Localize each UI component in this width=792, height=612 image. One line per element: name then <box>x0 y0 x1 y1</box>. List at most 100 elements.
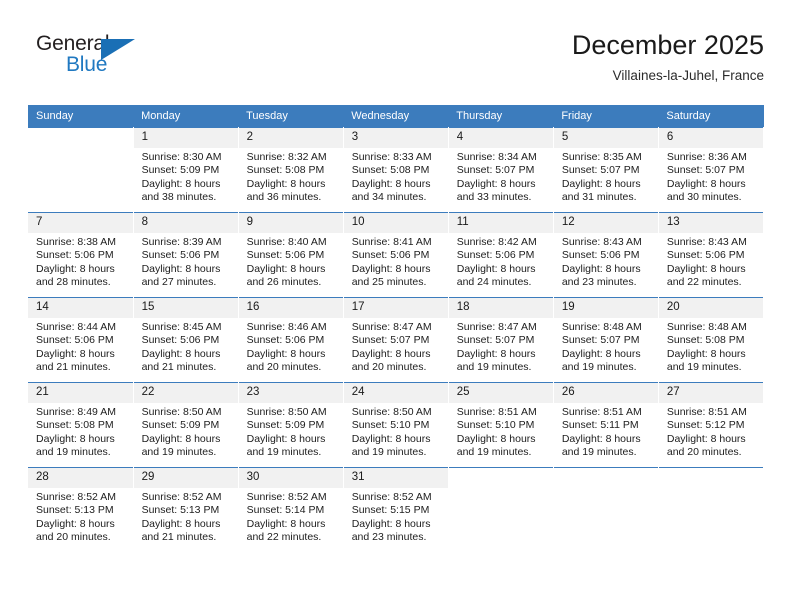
sunset-text: Sunset: 5:13 PM <box>141 504 220 517</box>
day-number: 2 <box>238 128 343 148</box>
sunset-text: Sunset: 5:07 PM <box>456 164 535 177</box>
calendar-day-cell[interactable]: 2 Sunrise: 8:32 AM Sunset: 5:08 PM Daylight… <box>238 127 344 213</box>
daylight-text-line1: Daylight: 8 hours <box>246 177 326 190</box>
sunrise-text: Sunrise: 8:34 AM <box>456 151 537 163</box>
day-details: Sunrise: 8:50 AM Sunset: 5:10 PM Daylight:… <box>344 403 448 460</box>
sunset-text: Sunset: 5:08 PM <box>351 164 430 177</box>
sunset-text: Sunset: 5:07 PM <box>666 164 745 177</box>
calendar-day-cell[interactable]: 9 Sunrise: 8:40 AM Sunset: 5:06 PM Daylight… <box>238 212 344 298</box>
sunrise-text: Sunrise: 8:42 AM <box>456 236 537 248</box>
daylight-text-line1: Daylight: 8 hours <box>36 262 115 275</box>
calendar-day-cell[interactable]: 11 Sunrise: 8:42 AM Sunset: 5:06 PM Dayligh… <box>448 212 554 298</box>
day-number: 17 <box>343 298 448 318</box>
daylight-text-line2: and 30 minutes. <box>666 191 742 204</box>
daylight-text-line2: and 24 minutes. <box>456 276 532 289</box>
calendar-day-cell[interactable]: 18 Sunrise: 8:47 AM Sunset: 5:07 PM Dayligh… <box>448 297 554 383</box>
daylight-text-line2: and 19 minutes. <box>246 446 322 459</box>
daylight-text-line2: and 19 minutes. <box>561 446 637 459</box>
calendar-day-cell-empty <box>553 467 659 552</box>
calendar-day-cell[interactable]: 15 Sunrise: 8:45 AM Sunset: 5:06 PM Dayligh… <box>133 297 239 383</box>
calendar-day-cell[interactable]: 13 Sunrise: 8:43 AM Sunset: 5:06 PM Dayligh… <box>658 212 765 298</box>
daylight-text-line2: and 22 minutes. <box>666 276 742 289</box>
sunset-text: Sunset: 5:08 PM <box>246 164 325 177</box>
calendar-day-cell[interactable]: 17 Sunrise: 8:47 AM Sunset: 5:07 PM Dayligh… <box>343 297 449 383</box>
sunset-text: Sunset: 5:08 PM <box>666 334 745 347</box>
daylight-text-line2: and 25 minutes. <box>351 276 427 289</box>
day-details: Sunrise: 8:47 AM Sunset: 5:07 PM Daylight:… <box>344 318 448 375</box>
calendar-day-cell[interactable]: 24 Sunrise: 8:50 AM Sunset: 5:10 PM Dayligh… <box>343 382 449 468</box>
calendar-day-cell[interactable]: 1 Sunrise: 8:30 AM Sunset: 5:09 PM Daylight… <box>133 127 239 213</box>
day-details: Sunrise: 8:52 AM Sunset: 5:14 PM Daylight:… <box>239 488 343 545</box>
sunrise-text: Sunrise: 8:41 AM <box>351 236 432 248</box>
calendar-day-cell[interactable]: 27 Sunrise: 8:51 AM Sunset: 5:12 PM Dayligh… <box>658 382 765 468</box>
calendar-day-cell[interactable]: 21 Sunrise: 8:49 AM Sunset: 5:08 PM Dayligh… <box>28 382 134 468</box>
sunset-text: Sunset: 5:13 PM <box>36 504 114 517</box>
day-details: Sunrise: 8:41 AM Sunset: 5:06 PM Daylight:… <box>344 233 448 290</box>
day-number: 11 <box>448 213 553 233</box>
calendar-day-cell[interactable]: 25 Sunrise: 8:51 AM Sunset: 5:10 PM Dayligh… <box>448 382 554 468</box>
calendar-day-cell[interactable]: 8 Sunrise: 8:39 AM Sunset: 5:06 PM Daylight… <box>133 212 239 298</box>
calendar-day-cell[interactable]: 16 Sunrise: 8:46 AM Sunset: 5:06 PM Dayligh… <box>238 297 344 383</box>
day-number: 14 <box>28 298 133 318</box>
calendar-day-cell[interactable]: 31 Sunrise: 8:52 AM Sunset: 5:15 PM Dayligh… <box>343 467 449 552</box>
daylight-text-line1: Daylight: 8 hours <box>351 517 431 530</box>
calendar-day-cell[interactable]: 6 Sunrise: 8:36 AM Sunset: 5:07 PM Daylight… <box>658 127 765 213</box>
day-number: 22 <box>133 383 238 403</box>
day-number: 9 <box>238 213 343 233</box>
daylight-text-line1: Daylight: 8 hours <box>561 347 641 360</box>
general-blue-logo[interactable]: General Blue <box>36 32 156 90</box>
calendar-day-cell-empty <box>448 467 554 552</box>
calendar-day-cell[interactable]: 28 Sunrise: 8:52 AM Sunset: 5:13 PM Dayligh… <box>28 467 134 552</box>
daylight-text-line1: Daylight: 8 hours <box>456 432 536 445</box>
day-details: Sunrise: 8:48 AM Sunset: 5:07 PM Daylight:… <box>554 318 658 375</box>
daylight-text-line1: Daylight: 8 hours <box>456 262 536 275</box>
calendar-day-cell[interactable]: 12 Sunrise: 8:43 AM Sunset: 5:06 PM Dayligh… <box>553 212 659 298</box>
calendar-day-cell[interactable]: 26 Sunrise: 8:51 AM Sunset: 5:11 PM Dayligh… <box>553 382 659 468</box>
day-number: 6 <box>658 128 763 148</box>
calendar-day-cell[interactable]: 20 Sunrise: 8:48 AM Sunset: 5:08 PM Dayligh… <box>658 297 765 383</box>
calendar-day-cell[interactable]: 3 Sunrise: 8:33 AM Sunset: 5:08 PM Daylight… <box>343 127 449 213</box>
day-number: 15 <box>133 298 238 318</box>
sunset-text: Sunset: 5:14 PM <box>246 504 325 517</box>
sunrise-text: Sunrise: 8:45 AM <box>141 321 222 333</box>
sunrise-text: Sunrise: 8:51 AM <box>456 406 537 418</box>
calendar-day-cell[interactable]: 23 Sunrise: 8:50 AM Sunset: 5:09 PM Dayligh… <box>238 382 344 468</box>
calendar-day-cell[interactable]: 29 Sunrise: 8:52 AM Sunset: 5:13 PM Dayligh… <box>133 467 239 552</box>
daylight-text-line2: and 19 minutes. <box>36 446 111 459</box>
sunset-text: Sunset: 5:06 PM <box>36 249 114 262</box>
day-details: Sunrise: 8:52 AM Sunset: 5:13 PM Daylight:… <box>134 488 238 545</box>
daylight-text-line1: Daylight: 8 hours <box>246 262 326 275</box>
day-details: Sunrise: 8:51 AM Sunset: 5:11 PM Daylight:… <box>554 403 658 460</box>
day-details: Sunrise: 8:47 AM Sunset: 5:07 PM Daylight:… <box>449 318 553 375</box>
calendar-day-cell[interactable]: 7 Sunrise: 8:38 AM Sunset: 5:06 PM Daylight… <box>28 212 134 298</box>
daylight-text-line1: Daylight: 8 hours <box>246 517 326 530</box>
sunrise-text: Sunrise: 8:30 AM <box>141 151 222 163</box>
calendar-day-cell[interactable]: 10 Sunrise: 8:41 AM Sunset: 5:06 PM Dayligh… <box>343 212 449 298</box>
daylight-text-line1: Daylight: 8 hours <box>666 432 746 445</box>
calendar-day-cell[interactable]: 30 Sunrise: 8:52 AM Sunset: 5:14 PM Dayligh… <box>238 467 344 552</box>
calendar-day-cell[interactable]: 4 Sunrise: 8:34 AM Sunset: 5:07 PM Daylight… <box>448 127 554 213</box>
sunrise-text: Sunrise: 8:32 AM <box>246 151 327 163</box>
daylight-text-line1: Daylight: 8 hours <box>36 432 115 445</box>
day-details: Sunrise: 8:44 AM Sunset: 5:06 PM Daylight:… <box>28 318 133 375</box>
calendar-day-cell[interactable]: 14 Sunrise: 8:44 AM Sunset: 5:06 PM Dayligh… <box>28 297 134 383</box>
daylight-text-line2: and 36 minutes. <box>246 191 322 204</box>
sunrise-text: Sunrise: 8:40 AM <box>246 236 327 248</box>
daylight-text-line2: and 19 minutes. <box>561 361 637 374</box>
daylight-text-line1: Daylight: 8 hours <box>36 517 115 530</box>
sunset-text: Sunset: 5:06 PM <box>246 334 325 347</box>
calendar-day-cell[interactable]: 19 Sunrise: 8:48 AM Sunset: 5:07 PM Dayligh… <box>553 297 659 383</box>
calendar-day-cell[interactable]: 5 Sunrise: 8:35 AM Sunset: 5:07 PM Daylight… <box>553 127 659 213</box>
calendar-day-cell[interactable]: 22 Sunrise: 8:50 AM Sunset: 5:09 PM Dayligh… <box>133 382 239 468</box>
sunrise-text: Sunrise: 8:50 AM <box>246 406 327 418</box>
sunrise-text: Sunrise: 8:52 AM <box>36 491 116 503</box>
day-details: Sunrise: 8:42 AM Sunset: 5:06 PM Daylight:… <box>449 233 553 290</box>
sunrise-text: Sunrise: 8:46 AM <box>246 321 327 333</box>
sunrise-text: Sunrise: 8:36 AM <box>666 151 747 163</box>
logo-text-blue: Blue <box>66 53 108 76</box>
weekday-header-saturday: Saturday <box>658 105 764 128</box>
daylight-text-line1: Daylight: 8 hours <box>351 432 431 445</box>
daylight-text-line2: and 26 minutes. <box>246 276 322 289</box>
sunrise-text: Sunrise: 8:43 AM <box>666 236 747 248</box>
daylight-text-line2: and 38 minutes. <box>141 191 217 204</box>
